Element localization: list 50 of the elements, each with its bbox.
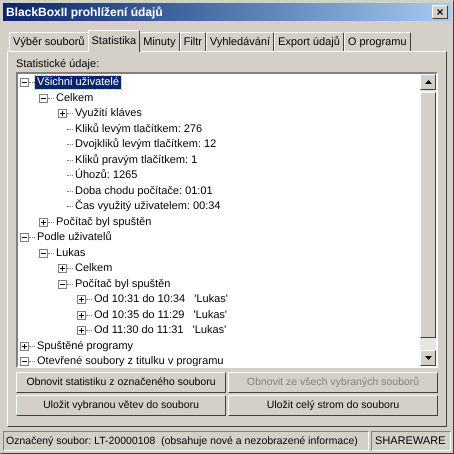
tab[interactable]: O programu bbox=[344, 32, 411, 51]
action-button[interactable]: Uložit celý strom do souboru bbox=[228, 395, 438, 416]
tab[interactable]: Vyhledávání bbox=[206, 32, 274, 51]
collapse-icon[interactable] bbox=[58, 280, 67, 289]
down-arrow-icon[interactable] bbox=[424, 356, 432, 360]
action-button[interactable]: Uložit vybranou větev do souboru bbox=[16, 395, 226, 416]
collapse-icon[interactable] bbox=[20, 233, 29, 242]
scrollbar[interactable] bbox=[420, 74, 436, 366]
close-button[interactable]: × bbox=[432, 5, 448, 19]
expand-icon[interactable] bbox=[77, 295, 86, 304]
tree-item[interactable]: Lukas bbox=[54, 246, 88, 260]
expand-icon[interactable] bbox=[39, 218, 48, 227]
tree-item[interactable]: Od 10:35 do 11:29 'Lukas' bbox=[92, 308, 230, 322]
tree-item[interactable]: Kliků pravým tlačítkem: 1 bbox=[73, 154, 200, 167]
tab[interactable]: Statistika bbox=[88, 30, 140, 52]
license-status: SHAREWARE bbox=[371, 431, 451, 451]
tree-item[interactable]: Dvojkliků levým tlačítkem: 12 bbox=[73, 138, 218, 152]
collapse-icon[interactable] bbox=[20, 78, 29, 88]
tab[interactable]: Výběr souborů bbox=[9, 32, 89, 51]
up-arrow-icon[interactable] bbox=[424, 80, 432, 84]
expand-icon[interactable] bbox=[77, 326, 86, 336]
tab[interactable]: Export údajů bbox=[274, 32, 344, 51]
tree-item[interactable]: Počítač byl spuštěn bbox=[73, 278, 172, 291]
window-title: BlackBoxII prohlížení údajů bbox=[6, 4, 163, 21]
tree-item[interactable]: Počítač byl spuštěn bbox=[54, 216, 154, 229]
expand-icon[interactable] bbox=[20, 342, 29, 351]
collapse-icon[interactable] bbox=[39, 248, 48, 258]
collapse-icon[interactable] bbox=[20, 357, 29, 366]
tree-item[interactable]: Celkem bbox=[54, 92, 96, 105]
status-message: Označený soubor: LT-20000108 (obsahuje nové a nezobrazené informace) bbox=[3, 431, 369, 451]
tree-item[interactable]: Podle uživatelů bbox=[35, 231, 114, 244]
group-label: Statistické údaje: bbox=[16, 57, 100, 71]
tree-item[interactable]: Od 11:30 do 11:31 'Lukas' bbox=[92, 324, 228, 338]
tree-item[interactable]: Úhozů: 1265 bbox=[73, 169, 140, 182]
expand-icon[interactable] bbox=[77, 310, 86, 320]
tab[interactable]: Filtr bbox=[180, 32, 206, 51]
collapse-icon[interactable] bbox=[39, 94, 48, 103]
tree-item[interactable]: Spuštěné programy bbox=[35, 340, 135, 353]
tree-item[interactable]: Využití kláves bbox=[73, 107, 144, 120]
scrollbar-thumb[interactable] bbox=[420, 92, 436, 338]
action-button[interactable]: Obnovit statistiku z označeného souboru bbox=[16, 372, 226, 393]
tree-item[interactable]: Doba chodu počítače: 01:01 bbox=[73, 184, 215, 198]
tree-item[interactable]: Celkem bbox=[73, 262, 114, 276]
expand-icon[interactable] bbox=[58, 264, 67, 274]
tree-item[interactable]: Všichni uživatelé bbox=[35, 76, 121, 90]
tab[interactable]: Minuty bbox=[139, 32, 180, 51]
tree-item[interactable]: Čas využitý uživatelem: 00:34 bbox=[73, 200, 223, 214]
tree-item[interactable]: Kliků levým tlačítkem: 276 bbox=[73, 122, 204, 136]
tree-item[interactable]: Od 10:31 do 10:34 'Lukas' bbox=[92, 293, 230, 306]
expand-icon[interactable] bbox=[58, 109, 67, 118]
